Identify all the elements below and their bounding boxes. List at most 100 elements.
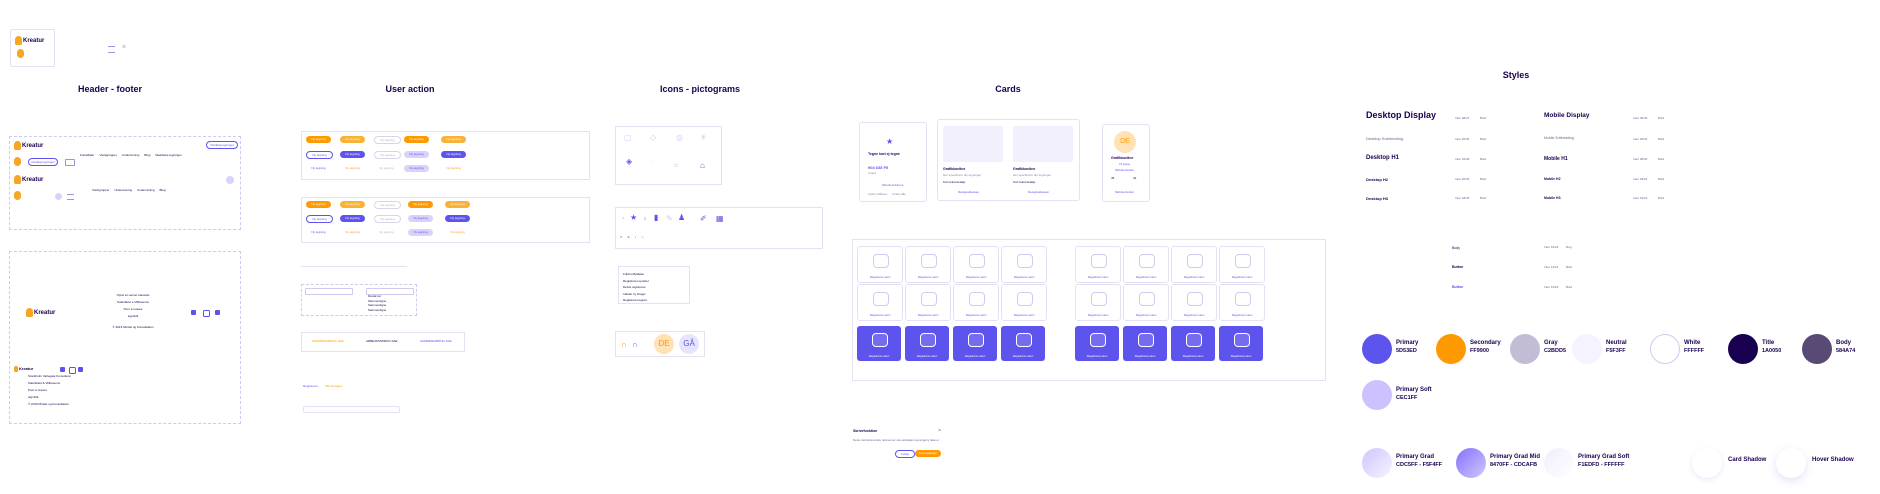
primary-button[interactable]: Ny tegning xyxy=(445,201,470,208)
linkedin-icon[interactable] xyxy=(78,367,83,372)
footer-link[interactable]: Opret en server Hacedet xyxy=(105,292,161,299)
tile[interactable]: Registreret navn xyxy=(1219,246,1265,283)
footer-link[interactable]: Stockholm Varlegate Konsultere xyxy=(28,373,71,380)
primary-button[interactable]: Ny tegning xyxy=(306,201,331,208)
tile-selected[interactable]: Registreret navn xyxy=(1075,326,1119,361)
primary-button[interactable]: Ny tegning xyxy=(408,201,433,208)
close-icon[interactable]: × xyxy=(938,428,941,434)
text-button[interactable]: Ny tegning xyxy=(340,229,365,236)
nav-link[interactable]: Blog xyxy=(144,153,150,157)
linkedin-icon[interactable] xyxy=(215,310,220,315)
secondary-button[interactable]: Ny tegning xyxy=(445,215,470,222)
hamburger-icon[interactable] xyxy=(67,194,74,200)
avatar[interactable] xyxy=(55,193,62,200)
tile[interactable]: Registreret navn xyxy=(1123,284,1169,321)
tile[interactable]: Registreret navn xyxy=(1171,284,1217,321)
footer-logo[interactable]: Kreatur xyxy=(26,308,55,317)
toggle-tab[interactable]: Slet kortagen xyxy=(325,384,343,388)
tile[interactable]: Registreret navn xyxy=(1219,284,1265,321)
tile[interactable]: Registreret navn xyxy=(905,246,951,283)
nav-link[interactable]: Undervisning xyxy=(122,153,140,157)
menu-icon[interactable] xyxy=(65,159,75,166)
tile-selected[interactable]: Registreret navn xyxy=(1171,326,1215,361)
card-link[interactable]: Designeklassen xyxy=(958,190,979,194)
tab-item[interactable]: ARBEJDSSPROG SAE xyxy=(366,339,398,343)
dropdown-option[interactable]: Sammenligne xyxy=(368,308,386,313)
text-button[interactable]: Ny tegning xyxy=(441,165,466,172)
profile-link[interactable]: Skrivkontroller xyxy=(1115,190,1134,194)
card-link[interactable]: Designeklassen xyxy=(1028,190,1049,194)
nav-link[interactable]: Blog xyxy=(160,188,166,192)
tile-selected[interactable]: Registreret navn xyxy=(905,326,949,361)
footer-logo-mobile[interactable]: Kreatur xyxy=(14,366,33,372)
tile[interactable]: Registreret navn xyxy=(1123,246,1169,283)
tab-item[interactable]: SAMMENFØRING SAE xyxy=(312,339,344,343)
text-button[interactable]: Ny tegning xyxy=(445,229,470,236)
primary-button-hover[interactable]: Ny tegning xyxy=(340,201,365,208)
tile-selected[interactable]: Registreret navn xyxy=(1219,326,1263,361)
footer-link[interactable]: Poor a reques xyxy=(28,387,71,394)
tile-selected[interactable]: Registreret navn xyxy=(953,326,997,361)
text-button[interactable]: Ny tegning xyxy=(340,165,365,172)
secondary-button-hover[interactable]: Ny tegning xyxy=(340,215,365,222)
dropdown-option[interactable]: Sammenligne xyxy=(368,303,386,308)
tile[interactable]: Registreret navn xyxy=(953,246,999,283)
profile-link[interactable]: Skrivkontroller xyxy=(1115,168,1134,172)
tab-item[interactable]: SAMMENFØRING SAE xyxy=(420,339,452,343)
tile[interactable]: Registreret navn xyxy=(1075,246,1121,283)
secondary-button[interactable]: Ny tegning xyxy=(306,215,333,223)
secondary-button[interactable]: Ny tegning xyxy=(441,151,466,158)
profile-card[interactable]: DE Grafikkonline Til signe Skrivkontroll… xyxy=(1102,124,1150,202)
header-logo[interactable]: Kreatur xyxy=(14,175,43,184)
tile[interactable]: Registreret navn xyxy=(1001,284,1047,321)
tile[interactable]: Registreret navn xyxy=(857,246,903,283)
avatar[interactable]: GÅ xyxy=(679,334,699,354)
avatar[interactable]: DE xyxy=(654,334,674,354)
toggle-tab-active[interactable]: Registreret xyxy=(303,384,318,388)
header-logo[interactable]: Kreatur xyxy=(14,141,43,150)
footer-link[interactable]: Kaleriklets & Vlilbesems xyxy=(28,380,71,387)
tile[interactable]: Registreret navn xyxy=(1075,284,1121,321)
signup-button[interactable]: Værktøj tegninger xyxy=(28,158,58,166)
dialog-cancel-button[interactable]: Lukke xyxy=(895,450,915,458)
select-field[interactable] xyxy=(305,288,353,295)
hamburger-icon[interactable] xyxy=(108,46,115,53)
primary-button[interactable]: Ny tegning xyxy=(441,136,466,143)
text-button[interactable]: Ny tegning xyxy=(306,165,331,172)
nav-link[interactable]: Meddelse tegninger xyxy=(155,153,181,157)
nav-link[interactable]: Undervisning xyxy=(137,188,155,192)
tile[interactable]: Registreret navn xyxy=(1171,246,1217,283)
footer-link[interactable]: Poor a reques xyxy=(105,306,161,313)
tile[interactable]: Registreret navn xyxy=(857,284,903,321)
facebook-icon[interactable] xyxy=(191,310,196,315)
nav-link[interactable]: Fotoaftaler xyxy=(80,153,94,157)
text-input[interactable] xyxy=(301,262,407,267)
header-cta-button[interactable]: Værktøj tegninger xyxy=(206,141,238,149)
facebook-icon[interactable] xyxy=(60,367,65,372)
avatar[interactable] xyxy=(226,176,234,184)
footer-link[interactable]: tegnfolk xyxy=(105,313,161,320)
tile[interactable]: Registreret navn xyxy=(905,284,951,321)
footer-link[interactable]: tegnfolk xyxy=(28,394,71,401)
card-stat[interactable]: ★ Tegne kort ej tegne 904 638 F5 Linker … xyxy=(859,122,927,202)
nav-link[interactable]: Værkgrupper xyxy=(92,188,110,192)
tile-selected[interactable]: Registreret navn xyxy=(1123,326,1167,361)
soft-button[interactable]: Ny tegning xyxy=(404,151,429,158)
nav-link[interactable]: Værkgrupper xyxy=(99,153,117,157)
primary-button-hover[interactable]: Ny tegning xyxy=(340,136,365,143)
tile[interactable]: Registreret navn xyxy=(1001,246,1047,283)
soft-button[interactable]: Ny tegning xyxy=(404,165,429,172)
footer-link[interactable]: Kaleriklets e Vlilbesems xyxy=(105,299,161,306)
secondary-button[interactable]: Ny tegning xyxy=(306,151,333,159)
card-link[interactable]: Skriv/kombinere xyxy=(882,183,904,187)
dialog-confirm-button[interactable]: Lad tegninger xyxy=(915,450,941,457)
tile-selected[interactable]: Registreret navn xyxy=(857,326,901,361)
instagram-icon[interactable] xyxy=(203,310,210,317)
primary-button[interactable]: Ny tegning xyxy=(404,136,429,143)
tile[interactable]: Registreret navn xyxy=(953,284,999,321)
soft-button[interactable]: Ny tegning xyxy=(408,215,433,222)
close-icon[interactable]: × xyxy=(122,44,126,51)
primary-button[interactable]: Ny tegning xyxy=(306,136,331,143)
tile-selected[interactable]: Registreret navn xyxy=(1001,326,1045,361)
search-input[interactable] xyxy=(303,406,400,413)
